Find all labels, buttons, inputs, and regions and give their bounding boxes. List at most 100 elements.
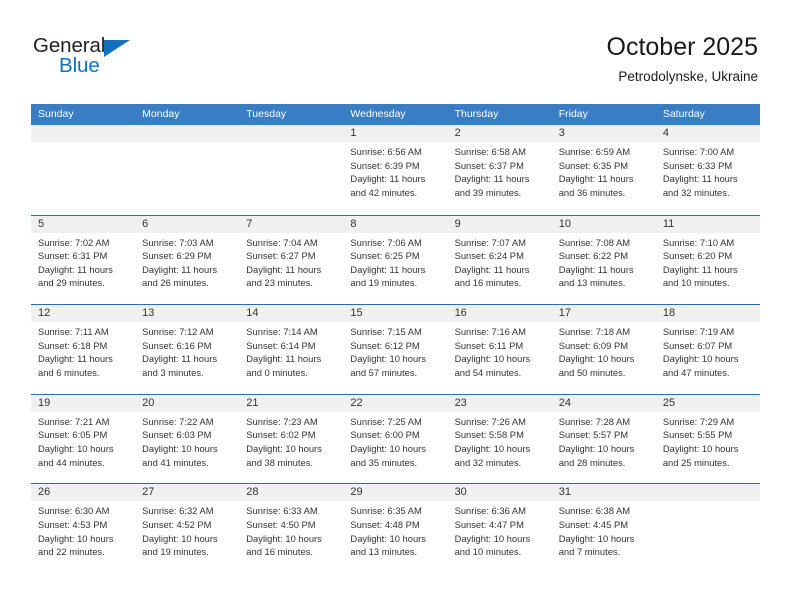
daylight-text: and 44 minutes. — [38, 456, 105, 468]
day-details: Sunrise: 7:26 AM Sunset: 5:58 PM Daylight:… — [448, 412, 552, 469]
calendar-day-cell[interactable]: 10 Sunrise: 7:08 AM Sunset: 6:22 PM Dayligh… — [551, 215, 656, 305]
calendar-day-cell[interactable]: 19 Sunrise: 7:21 AM Sunset: 6:05 PM Dayligh… — [31, 394, 136, 484]
sunrise-text: Sunrise: 7:14 AM — [246, 326, 318, 338]
day-details: Sunrise: 7:18 AM Sunset: 6:09 PM Daylight:… — [552, 322, 656, 379]
daylight-text: and 39 minutes. — [454, 186, 522, 198]
location-subtitle: Petrodolynske, Ukraine — [618, 69, 758, 84]
daylight-text: Daylight: 11 hours — [38, 263, 113, 275]
calendar-day-cell[interactable]: 11 Sunrise: 7:10 AM Sunset: 6:20 PM Dayligh… — [655, 215, 760, 305]
sunset-text: Sunset: 4:48 PM — [350, 518, 420, 530]
day-number: 28 — [246, 486, 259, 499]
calendar-day-cell[interactable]: 8 Sunrise: 7:06 AM Sunset: 6:25 PM Daylight… — [343, 215, 448, 305]
sunrise-text: Sunrise: 7:04 AM — [246, 236, 318, 248]
calendar-day-cell[interactable]: 16 Sunrise: 7:16 AM Sunset: 6:11 PM Dayligh… — [447, 305, 552, 394]
sunrise-text: Sunrise: 6:35 AM — [350, 505, 422, 517]
sunset-text: Sunset: 5:55 PM — [662, 429, 733, 441]
daylight-text: Daylight: 10 hours — [38, 532, 114, 544]
calendar-day-cell[interactable]: 28 Sunrise: 6:33 AM Sunset: 4:50 PM Dayligh… — [239, 484, 344, 573]
calendar-day-cell[interactable]: 13 Sunrise: 7:12 AM Sunset: 6:16 PM Dayligh… — [135, 305, 240, 394]
day-number: 6 — [142, 217, 149, 230]
daylight-text: Daylight: 11 hours — [246, 353, 322, 365]
sunset-text: Sunset: 6:39 PM — [350, 159, 420, 171]
page-header: General Blue October 2025 Petrodolynske,… — [0, 0, 792, 104]
calendar-day-cell[interactable]: 7 Sunrise: 7:04 AM Sunset: 6:27 PM Daylight… — [239, 215, 344, 305]
sunrise-text: Sunrise: 7:15 AM — [350, 326, 422, 338]
daylight-text: and 36 minutes. — [558, 186, 626, 198]
sunrise-text: Sunrise: 7:10 AM — [662, 236, 735, 248]
calendar-cell-empty — [239, 125, 344, 215]
sunset-text: Sunset: 6:35 PM — [558, 159, 629, 171]
daylight-text: Daylight: 11 hours — [142, 353, 218, 365]
calendar-day-cell[interactable]: 30 Sunrise: 6:36 AM Sunset: 4:47 PM Dayligh… — [447, 484, 552, 573]
calendar-day-cell[interactable]: 6 Sunrise: 7:03 AM Sunset: 6:29 PM Daylight… — [135, 215, 240, 305]
day-number: 29 — [350, 486, 363, 499]
day-number: 13 — [142, 307, 155, 320]
calendar-day-cell[interactable]: 9 Sunrise: 7:07 AM Sunset: 6:24 PM Daylight… — [447, 215, 552, 305]
calendar-cell-empty — [655, 484, 760, 573]
weekday-header-thursday: Thursday — [454, 108, 499, 120]
daylight-text: Daylight: 11 hours — [558, 173, 634, 185]
sunset-text: Sunset: 6:12 PM — [350, 339, 420, 351]
sunset-text: Sunset: 6:02 PM — [246, 429, 316, 441]
weekday-header-wednesday: Wednesday — [350, 108, 406, 120]
daylight-text: Daylight: 10 hours — [350, 353, 426, 365]
day-number: 19 — [38, 396, 51, 409]
sunrise-text: Sunrise: 7:08 AM — [558, 236, 631, 248]
calendar-day-cell[interactable]: 15 Sunrise: 7:15 AM Sunset: 6:12 PM Dayligh… — [343, 305, 448, 394]
sunrise-text: Sunrise: 6:38 AM — [558, 505, 631, 517]
calendar-day-cell[interactable]: 20 Sunrise: 7:22 AM Sunset: 6:03 PM Dayligh… — [135, 394, 240, 484]
calendar-day-cell[interactable]: 12 Sunrise: 7:11 AM Sunset: 6:18 PM Dayligh… — [31, 305, 136, 394]
calendar-day-cell[interactable]: 17 Sunrise: 7:18 AM Sunset: 6:09 PM Dayligh… — [551, 305, 656, 394]
calendar-day-cell[interactable]: 29 Sunrise: 6:35 AM Sunset: 4:48 PM Dayligh… — [343, 484, 448, 573]
daylight-text: and 23 minutes. — [246, 277, 313, 289]
daylight-text: and 13 minutes. — [350, 546, 418, 558]
calendar-cell-empty — [135, 125, 240, 215]
day-number-band — [343, 125, 448, 142]
sunrise-text: Sunrise: 6:30 AM — [38, 505, 110, 517]
daylight-text: Daylight: 10 hours — [454, 442, 531, 454]
calendar-day-cell[interactable]: 21 Sunrise: 7:23 AM Sunset: 6:02 PM Dayligh… — [239, 394, 344, 484]
daylight-text: and 54 minutes. — [454, 366, 522, 378]
weekday-header-monday: Monday — [142, 108, 180, 120]
calendar-day-cell[interactable]: 1 Sunrise: 6:56 AM Sunset: 6:39 PM Daylight… — [343, 125, 448, 215]
calendar-page: General Blue October 2025 Petrodolynske,… — [0, 0, 792, 612]
sunset-text: Sunset: 6:11 PM — [454, 339, 524, 351]
sunset-text: Sunset: 6:20 PM — [662, 250, 733, 262]
day-number: 10 — [558, 217, 571, 230]
day-details: Sunrise: 7:14 AM Sunset: 6:14 PM Daylight:… — [239, 322, 343, 379]
calendar-day-cell[interactable]: 14 Sunrise: 7:14 AM Sunset: 6:14 PM Dayligh… — [239, 305, 344, 394]
daylight-text: Daylight: 10 hours — [142, 532, 218, 544]
calendar-day-cell[interactable]: 5 Sunrise: 7:02 AM Sunset: 6:31 PM Daylight… — [31, 215, 136, 305]
sunrise-text: Sunrise: 6:32 AM — [142, 505, 214, 517]
day-number: 17 — [558, 307, 571, 320]
sunset-text: Sunset: 6:24 PM — [454, 250, 524, 262]
calendar-day-cell[interactable]: 23 Sunrise: 7:26 AM Sunset: 5:58 PM Dayligh… — [447, 394, 552, 484]
day-number-band — [239, 215, 344, 233]
sunset-text: Sunset: 6:00 PM — [350, 429, 420, 441]
daylight-text: Daylight: 10 hours — [558, 353, 635, 365]
daylight-text: Daylight: 10 hours — [662, 353, 739, 365]
sunrise-text: Sunrise: 7:06 AM — [350, 236, 422, 248]
calendar-day-cell[interactable]: 31 Sunrise: 6:38 AM Sunset: 4:45 PM Dayligh… — [551, 484, 656, 573]
calendar-day-cell[interactable]: 25 Sunrise: 7:29 AM Sunset: 5:55 PM Dayligh… — [655, 394, 760, 484]
daylight-text: and 25 minutes. — [662, 456, 730, 468]
day-number: 23 — [454, 396, 467, 409]
calendar-day-cell[interactable]: 24 Sunrise: 7:28 AM Sunset: 5:57 PM Dayligh… — [551, 394, 656, 484]
day-number: 21 — [246, 396, 259, 409]
calendar-day-cell[interactable]: 22 Sunrise: 7:25 AM Sunset: 6:00 PM Dayligh… — [343, 394, 448, 484]
calendar-day-cell[interactable]: 3 Sunrise: 6:59 AM Sunset: 6:35 PM Daylight… — [551, 125, 656, 215]
daylight-text: and 10 minutes. — [454, 546, 522, 558]
calendar-day-cell[interactable]: 27 Sunrise: 6:32 AM Sunset: 4:52 PM Dayligh… — [135, 484, 240, 573]
day-details: Sunrise: 7:12 AM Sunset: 6:16 PM Daylight:… — [135, 322, 239, 379]
calendar-day-cell[interactable]: 18 Sunrise: 7:19 AM Sunset: 6:07 PM Dayligh… — [655, 305, 760, 394]
calendar-day-cell[interactable]: 26 Sunrise: 6:30 AM Sunset: 4:53 PM Dayligh… — [31, 484, 136, 573]
calendar-day-cell[interactable]: 2 Sunrise: 6:58 AM Sunset: 6:37 PM Daylight… — [447, 125, 552, 215]
sunrise-text: Sunrise: 7:07 AM — [454, 236, 526, 248]
day-number: 22 — [350, 396, 363, 409]
day-details: Sunrise: 7:19 AM Sunset: 6:07 PM Daylight:… — [656, 322, 760, 379]
calendar-day-cell[interactable]: 4 Sunrise: 7:00 AM Sunset: 6:33 PM Daylight… — [655, 125, 760, 215]
sunset-text: Sunset: 6:25 PM — [350, 250, 420, 262]
sunrise-text: Sunrise: 7:11 AM — [38, 326, 109, 338]
generalblue-logo: General Blue — [33, 35, 153, 82]
daylight-text: and 50 minutes. — [558, 366, 626, 378]
